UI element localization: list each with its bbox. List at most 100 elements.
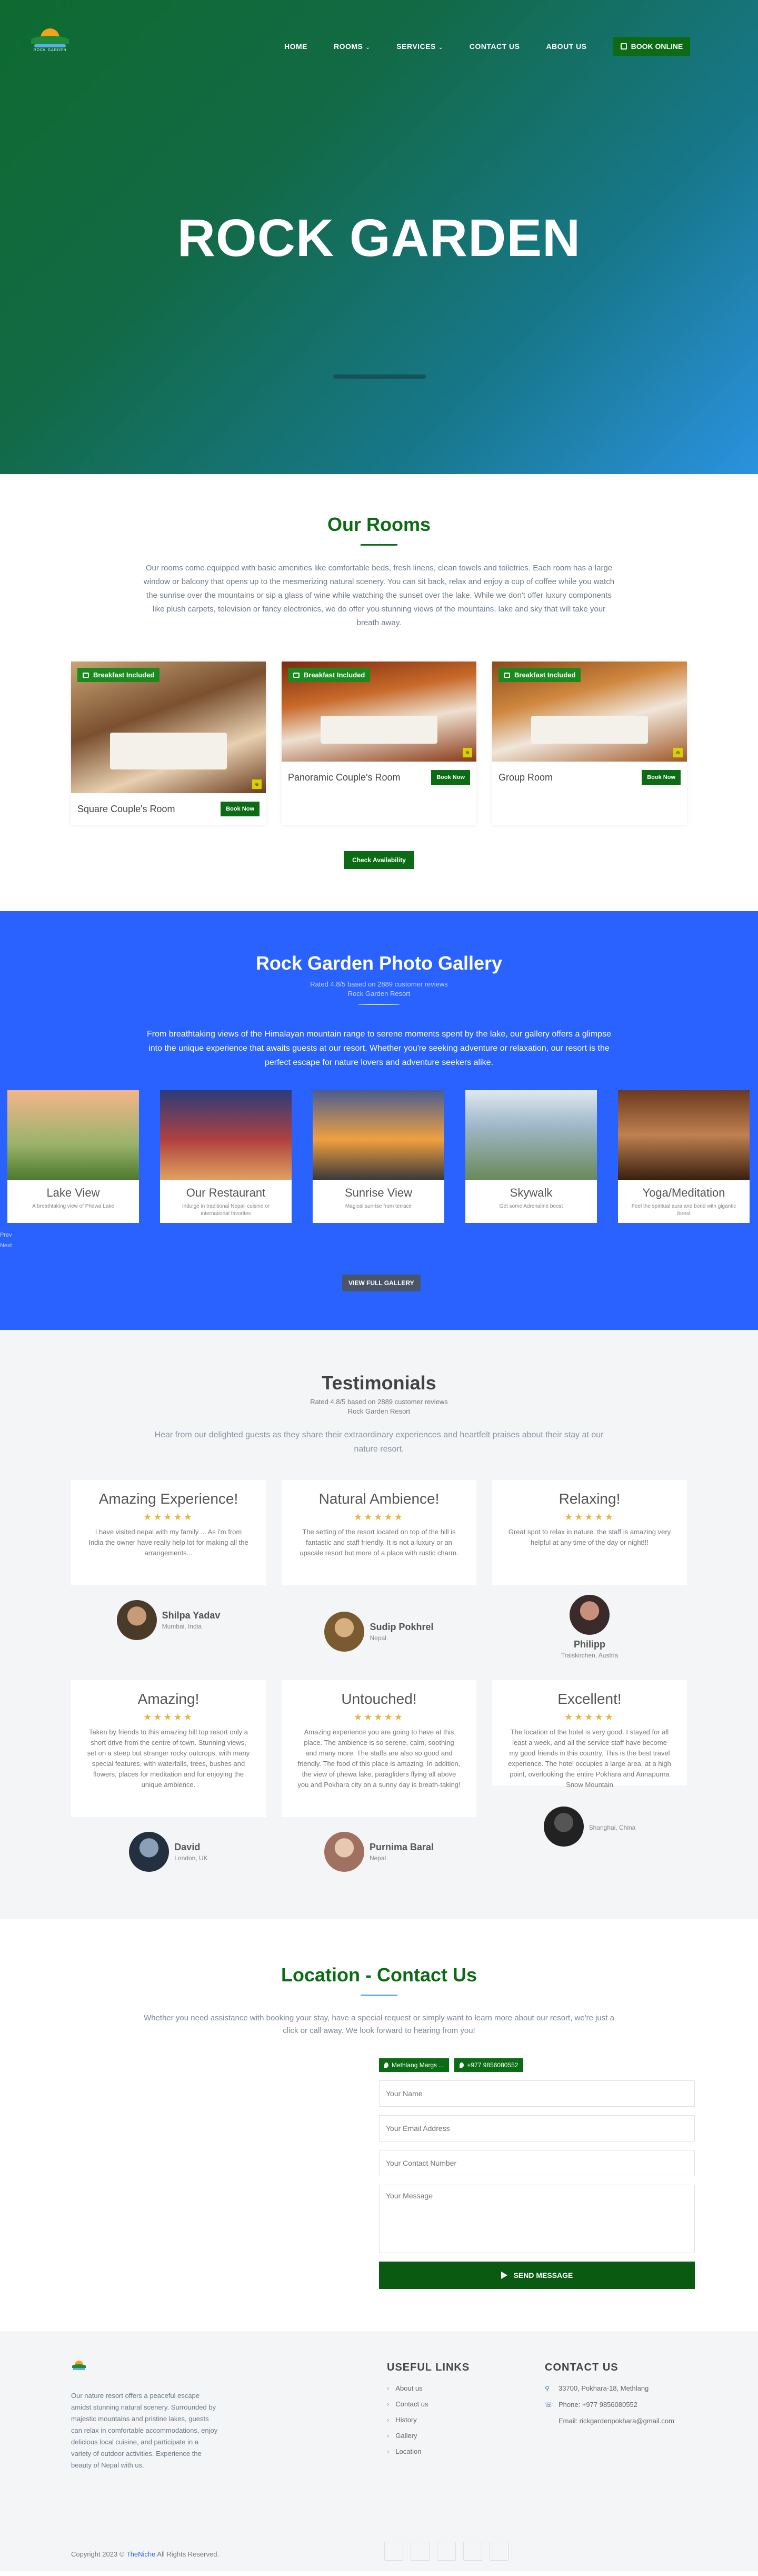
view-full-gallery-button[interactable]: VIEW FULL GALLERY	[342, 1275, 421, 1291]
footer-link-history[interactable]: History	[387, 2416, 470, 2424]
author-name: Sudip Pokhrel	[370, 1622, 434, 1632]
testimonial: Amazing! ★★★★★ Taken by friends to this …	[71, 1680, 266, 1872]
carousel-prev[interactable]: Prev	[0, 1230, 12, 1240]
nav-contact-label: CONTACT US	[469, 42, 520, 51]
testimonial-author: Purnima Baral Nepal	[282, 1832, 476, 1872]
author-location: Shanghai, China	[589, 1823, 636, 1831]
social-icon[interactable]	[463, 2542, 482, 2561]
logo-lake	[34, 44, 66, 47]
star-rating: ★★★★★	[354, 1512, 404, 1522]
nav-services[interactable]: SERVICES ⌄	[396, 42, 443, 51]
wave-divider	[358, 1004, 400, 1006]
footer-link-location[interactable]: Location	[387, 2447, 470, 2455]
location-tag[interactable]: Methlang Margs ...	[379, 2058, 450, 2072]
footer-about: Our nature resort offers a peaceful esca…	[71, 2392, 218, 2469]
testimonials-title: Testimonials	[322, 1372, 436, 1394]
gallery-item[interactable]: Sunrise View Magical sunrise from terrace	[313, 1090, 444, 1223]
social-icon[interactable]	[384, 2542, 403, 2561]
author-name: Purnima Baral	[369, 1842, 434, 1852]
testimonial-author: Philipp Traiskirchen, Austria	[492, 1595, 687, 1659]
room-photo: Breakfast Included ⊕	[492, 662, 687, 762]
footer-phone[interactable]: ☏ Phone: +977 9856080552	[545, 2401, 674, 2409]
book-now-button[interactable]: Book Now	[221, 802, 260, 816]
book-now-button[interactable]: Book Now	[431, 770, 470, 785]
nav-about[interactable]: ABOUT US	[546, 42, 586, 51]
footer-link-about[interactable]: About us	[387, 2384, 470, 2392]
testimonial-author: David London, UK	[71, 1832, 266, 1872]
gallery-photo	[618, 1090, 750, 1180]
gallery-caption: Sunrise View	[345, 1186, 412, 1199]
title-divider	[361, 1995, 397, 1996]
testimonial: Amazing Experience! ★★★★★ I have visited…	[71, 1480, 266, 1659]
footer-logo[interactable]	[71, 2361, 87, 2371]
hero-slider-indicator[interactable]	[333, 374, 426, 379]
testimonial: Untouched! ★★★★★ Amazing experience you …	[282, 1680, 476, 1872]
gallery-description: From breathtaking views of the Himalayan…	[147, 1030, 611, 1067]
email-field[interactable]	[379, 2115, 695, 2141]
testimonial-text: Taken by friends to this amazing hill to…	[87, 1728, 250, 1789]
room-card[interactable]: Breakfast Included ⊕ Panoramic Couple's …	[282, 662, 476, 825]
phone-tag[interactable]: +977 9856080552	[454, 2058, 524, 2072]
gallery-item[interactable]: Skywalk Get some Adrenaline boost	[465, 1090, 597, 1223]
footer-address: ⚲ 33700, Pokhara-18, Methlang	[545, 2384, 674, 2392]
testimonial-card: Amazing Experience! ★★★★★ I have visited…	[71, 1480, 266, 1585]
nav-contact[interactable]: CONTACT US	[470, 42, 520, 51]
room-cards: Breakfast Included ⊕ Square Couple's Roo…	[0, 662, 758, 825]
copyright-prefix: Copyright 2023 ©	[71, 2550, 126, 2558]
testimonial-heading: Amazing Experience!	[98, 1491, 238, 1507]
gallery-title: Rock Garden Photo Gallery	[255, 952, 503, 974]
nav-rooms[interactable]: ROOMS ⌄	[334, 42, 370, 51]
send-message-button[interactable]: SEND MESSAGE	[379, 2262, 695, 2289]
nav-about-label: ABOUT US	[546, 42, 587, 51]
book-now-button[interactable]: Book Now	[642, 770, 681, 785]
logo-hill	[72, 2364, 86, 2368]
author-name: Shilpa Yadav	[162, 1610, 221, 1621]
testimonial-card: Natural Ambience! ★★★★★ The setting of t…	[282, 1480, 476, 1585]
useful-links-title: USEFUL LINKS	[387, 2362, 470, 2373]
copyright-brand-link[interactable]: TheNiche	[126, 2550, 156, 2558]
testimonials-rating: Rated 4.8/5 based on 2889 customer revie…	[0, 1397, 758, 1416]
footer-email[interactable]: Email: rickgardenpokhara@gmail.com	[545, 2417, 674, 2425]
mail-icon	[545, 2418, 551, 2424]
social-icon[interactable]	[437, 2542, 456, 2561]
author-location: Nepal	[370, 1634, 386, 1642]
room-name: Panoramic Couple's Room	[288, 772, 401, 783]
testimonial: Excellent! ★★★★★ The location of the hot…	[492, 1680, 687, 1872]
star-rating: ★★★★★	[143, 1712, 194, 1722]
room-footer: Panoramic Couple's Room Book Now	[282, 762, 476, 793]
carousel-next[interactable]: Next	[0, 1240, 12, 1251]
footer-link-contact[interactable]: Contact us	[387, 2400, 470, 2408]
zoom-icon[interactable]: ⊕	[463, 748, 472, 757]
testimonial: Relaxing! ★★★★★ Great spot to relax in n…	[492, 1480, 687, 1659]
bed-shape	[321, 715, 437, 744]
room-footer: Group Room Book Now	[492, 762, 687, 793]
gallery-caption: Our Restaurant	[186, 1186, 266, 1199]
name-field[interactable]	[379, 2080, 695, 2107]
book-online-button[interactable]: BOOK ONLINE	[613, 37, 691, 56]
phone-tag-label: +977 9856080552	[467, 2061, 518, 2069]
gallery-caption-detail: Feel the spiritual aura and bond with gi…	[631, 1203, 736, 1217]
gallery-item[interactable]: Our Restaurant Indulge in traditional Nep…	[160, 1090, 292, 1223]
gallery-item[interactable]: Lake View A breathtaking view of Phewa La…	[7, 1090, 139, 1223]
message-field[interactable]	[379, 2185, 695, 2253]
logo-lake	[73, 2368, 85, 2370]
gallery-item[interactable]: Yoga/Meditation Feel the spiritual aura a…	[618, 1090, 750, 1223]
gallery-photo	[313, 1090, 444, 1180]
footer-link-gallery[interactable]: Gallery	[387, 2432, 470, 2440]
social-icon[interactable]	[411, 2542, 430, 2561]
social-icon[interactable]	[490, 2542, 508, 2561]
check-availability-button[interactable]: Check Availability	[344, 851, 414, 869]
nav-home[interactable]: HOME	[284, 42, 307, 51]
room-card[interactable]: Breakfast Included ⊕ Square Couple's Roo…	[71, 662, 266, 825]
footer-phone-text: Phone: +977 9856080552	[558, 2401, 638, 2409]
contact-number-field[interactable]	[379, 2150, 695, 2176]
room-photo: Breakfast Included ⊕	[71, 662, 266, 793]
star-rating: ★★★★★	[564, 1712, 615, 1722]
room-card[interactable]: Breakfast Included ⊕ Group Room Book Now	[492, 662, 687, 825]
resort-logo[interactable]: ROCK GARDEN	[29, 25, 71, 57]
zoom-icon[interactable]: ⊕	[252, 779, 262, 789]
gallery-caption: Lake View	[46, 1186, 100, 1199]
rooms-title: Our Rooms	[327, 514, 431, 535]
zoom-icon[interactable]: ⊕	[673, 748, 683, 757]
avatar	[324, 1612, 365, 1652]
